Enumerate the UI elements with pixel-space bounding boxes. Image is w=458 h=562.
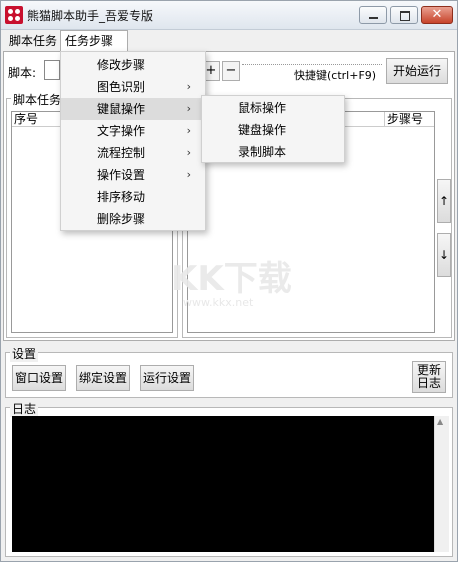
context-menu: 修改步骤 图色识别 › 键鼠操作 › 文字操作 › 流程控制 › 操作设置 › … [60, 51, 206, 231]
menu-item-image-color-recognition[interactable]: 图色识别 › [61, 76, 205, 98]
move-up-button[interactable]: ↑ [437, 179, 451, 223]
dotted-divider [242, 64, 382, 65]
hotkey-label: 快捷键(ctrl+F9) [294, 69, 377, 82]
app-window: 熊猫脚本助手_吾爱专版 ✕ 脚本任务 任务步骤 脚本: + − 快捷键(ctrl… [0, 0, 458, 562]
submenu-arrow-icon: › [186, 168, 191, 181]
close-icon: ✕ [431, 7, 443, 22]
minimize-icon [369, 17, 378, 19]
bind-settings-button[interactable]: 绑定设置 [76, 365, 130, 391]
log-group: 日志 ▲ [5, 400, 453, 557]
maximize-button[interactable] [390, 6, 418, 24]
move-down-button[interactable]: ↓ [437, 233, 451, 277]
start-run-button[interactable]: 开始运行 [386, 58, 448, 84]
submenu-arrow-icon: › [186, 80, 191, 93]
watermark-logo: KK下载 [171, 259, 292, 299]
menu-item-sort-move[interactable]: 排序移动 [61, 186, 205, 208]
log-group-title: 日志 [10, 400, 39, 417]
script-select[interactable] [44, 60, 60, 80]
minimize-button[interactable] [359, 6, 387, 24]
title-bar[interactable]: 熊猫脚本助手_吾爱专版 ✕ [1, 1, 457, 30]
log-scrollbar[interactable]: ▲ [434, 416, 449, 552]
close-button[interactable]: ✕ [421, 6, 453, 24]
menu-item-text-operation[interactable]: 文字操作 › [61, 120, 205, 142]
menu-item-delete-step[interactable]: 删除步骤 [61, 208, 205, 230]
menu-item-keyboard-mouse[interactable]: 键鼠操作 › [61, 98, 205, 120]
settings-group: 设置 窗口设置 绑定设置 运行设置 更新 日志 [5, 345, 453, 398]
tab-strip: 脚本任务 任务步骤 [1, 29, 457, 52]
window-settings-button[interactable]: 窗口设置 [12, 365, 66, 391]
maximize-icon [400, 11, 410, 21]
run-settings-button[interactable]: 运行设置 [140, 365, 194, 391]
menu-item-operation-settings[interactable]: 操作设置 › [61, 164, 205, 186]
update-log-line2: 日志 [416, 376, 441, 390]
submenu-arrow-icon: › [186, 102, 191, 115]
log-output[interactable] [12, 416, 434, 552]
script-label: 脚本: [8, 66, 37, 80]
scroll-up-icon[interactable]: ▲ [437, 417, 443, 426]
window-title: 熊猫脚本助手_吾爱专版 [27, 9, 154, 23]
menu-item-flow-control[interactable]: 流程控制 › [61, 142, 205, 164]
submenu-arrow-icon: › [186, 146, 191, 159]
submenu-item-keyboard-operation[interactable]: 键盘操作 [202, 119, 344, 141]
submenu-arrow-icon: › [186, 124, 191, 137]
tab-script-tasks[interactable]: 脚本任务 [5, 31, 61, 51]
remove-script-button[interactable]: − [222, 61, 240, 81]
app-logo-icon [5, 6, 23, 24]
column-header-step-number[interactable]: 步骤号 [384, 112, 434, 127]
keyboard-mouse-submenu: 鼠标操作 键盘操作 录制脚本 [201, 95, 345, 163]
script-task-group-title: 脚本任务 [11, 91, 64, 108]
settings-group-title: 设置 [10, 345, 39, 362]
submenu-item-record-script[interactable]: 录制脚本 [202, 141, 344, 163]
update-log-button[interactable]: 更新 日志 [412, 361, 446, 393]
tab-task-steps[interactable]: 任务步骤 [60, 30, 128, 52]
menu-item-edit-step[interactable]: 修改步骤 [61, 54, 205, 76]
watermark-url: www.kkx.net [183, 296, 254, 309]
submenu-item-mouse-operation[interactable]: 鼠标操作 [202, 97, 344, 119]
